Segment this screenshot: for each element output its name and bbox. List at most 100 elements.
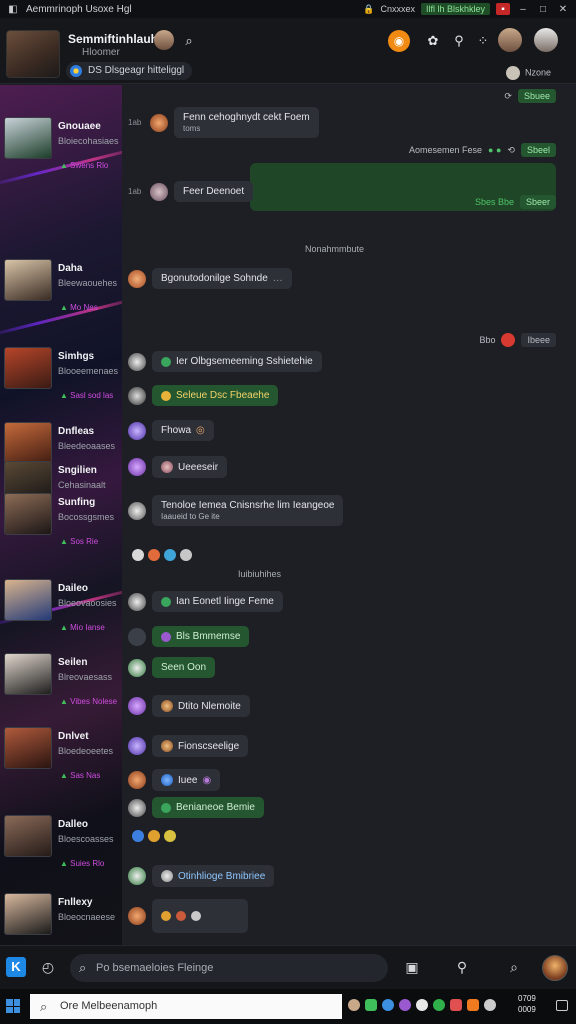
chat-panel[interactable]: ⟳ Sbuee 1ab Fenn cehoghnydt cekt Foem to… xyxy=(122,85,576,945)
message-row[interactable]: Fionscseelige xyxy=(128,735,249,757)
media-icon[interactable]: ▣ xyxy=(402,957,422,977)
message-bubble[interactable] xyxy=(152,899,248,933)
message-avatar[interactable] xyxy=(128,421,146,440)
message-bubble[interactable]: Iuee ◉ xyxy=(152,769,221,791)
message-bubble[interactable]: Dtito Nlemoite xyxy=(152,695,250,717)
contact-item[interactable]: Fnllexy Bloeocnaeese xyxy=(4,893,120,945)
search-icon[interactable]: ⌕ xyxy=(180,32,198,50)
message-row[interactable] xyxy=(128,899,248,933)
search-icon[interactable]: ⌕ xyxy=(504,957,524,977)
message-bubble[interactable]: Bls Bmmemse xyxy=(152,626,250,647)
message-badge[interactable]: Sbeel xyxy=(520,143,556,157)
start-button[interactable] xyxy=(6,999,20,1013)
message-row[interactable]: Ier Olbgsemeeming Sshietehie xyxy=(128,351,322,372)
message-avatar[interactable] xyxy=(128,867,146,885)
message-bubble[interactable]: Ian Eonetl Iinge Feme xyxy=(152,591,283,612)
message-avatar[interactable] xyxy=(128,269,146,288)
reaction-icon[interactable] xyxy=(180,549,192,561)
message-row[interactable]: 1ab Fenn cehoghnydt cekt Foem toms xyxy=(128,107,319,138)
message-row[interactable]: Ueeeseir xyxy=(128,456,228,478)
message-bubble[interactable]: Fenn cehoghnydt cekt Foem toms xyxy=(174,107,319,138)
status-item[interactable]: Cnxxxex xyxy=(380,4,415,14)
message-bubble[interactable]: Benianeoe Bemie xyxy=(152,797,264,818)
message-bubble[interactable]: Fhowa ◎ xyxy=(152,420,214,441)
message-search-input[interactable]: Po bsemaeloies Fleinge xyxy=(70,954,388,982)
header-avatar[interactable] xyxy=(6,30,60,78)
minimize-button[interactable]: – xyxy=(516,3,530,15)
header-right-label[interactable]: Nzone xyxy=(506,66,551,80)
contact-item[interactable]: Gnouaee Bloiecohasiaes ▲ Swens Rlo xyxy=(4,117,120,177)
message-avatar[interactable] xyxy=(128,658,146,677)
user-avatar[interactable] xyxy=(542,955,568,981)
message-row[interactable]: Benianeoe Bemie xyxy=(128,797,264,818)
taskbar-clock[interactable]: 0709 0009 xyxy=(518,993,536,1015)
message-row[interactable]: Ian Eonetl Iinge Feme xyxy=(128,591,283,612)
message-bubble[interactable]: Otinhlioge Bmibriee xyxy=(152,865,275,887)
message-row[interactable]: Otinhlioge Bmibriee xyxy=(128,865,275,887)
notification-icon[interactable] xyxy=(556,1000,568,1011)
message-bubble[interactable]: Tenoloe Iemea Cnisnsrhe lim Ieangeoe Iaa… xyxy=(152,495,344,526)
message-row[interactable]: Bgonutodonilge Sohnde … xyxy=(128,268,292,289)
message-row[interactable]: Dtito Nlemoite xyxy=(128,695,250,717)
message-avatar[interactable] xyxy=(128,458,146,476)
message-bubble[interactable]: Seleue Dsc Fbeaehe xyxy=(152,385,279,406)
flame-icon[interactable]: ◉ xyxy=(388,30,410,52)
contact-item[interactable]: Seilen Blreovaesass ▲ Vibes Nolese xyxy=(4,653,120,713)
message-row-right[interactable]: Aomesemen Fese ● ● ⟲ Sbeel xyxy=(409,143,556,157)
profile-avatar[interactable] xyxy=(498,28,522,52)
message-row[interactable]: Seleue Dsc Fbeaehe xyxy=(128,385,279,406)
pin-icon[interactable]: ⚲ xyxy=(452,957,472,977)
contact-item[interactable]: Simhgs Blooeemenaes ▲ Sasl sod las xyxy=(4,347,120,407)
message-avatar[interactable] xyxy=(128,697,146,715)
message-row[interactable]: Seen Oon xyxy=(128,657,216,678)
pin-icon[interactable]: ⚲ xyxy=(450,32,468,50)
message-avatar[interactable] xyxy=(128,592,146,611)
taskbar-app-icon[interactable] xyxy=(433,999,445,1011)
refresh-icon[interactable]: ⟳ xyxy=(504,91,512,102)
taskbar-app-icon[interactable] xyxy=(365,999,377,1011)
taskbar-app-icon[interactable] xyxy=(467,999,479,1011)
taskbar-app-icon[interactable] xyxy=(348,999,360,1011)
message-avatar[interactable] xyxy=(150,182,168,201)
message-row[interactable]: 1ab Feer Deenoet xyxy=(128,181,254,202)
message-bubble[interactable]: Seen Oon xyxy=(152,657,216,678)
message-avatar[interactable] xyxy=(128,907,146,925)
message-row[interactable]: Fhowa ◎ xyxy=(128,420,214,441)
more-icon[interactable]: ⁘ xyxy=(474,32,492,50)
message-bubble[interactable]: Bgonutodonilge Sohnde … xyxy=(152,268,292,289)
message-badge[interactable]: Ibeee xyxy=(521,333,556,347)
message-badge[interactable]: Sbeer xyxy=(519,195,556,209)
message-avatar[interactable] xyxy=(128,352,146,371)
clock-icon[interactable]: ◴ xyxy=(38,957,58,977)
profile-avatar-secondary[interactable] xyxy=(534,28,558,52)
contact-item[interactable]: Dalleo Bloescoasses ▲ Suies Rlo xyxy=(4,815,120,875)
taskbar-app-icon[interactable] xyxy=(399,999,411,1011)
close-button[interactable]: ✕ xyxy=(556,3,570,15)
message-row[interactable]: Bls Bmmemse xyxy=(128,626,250,647)
message-avatar[interactable] xyxy=(128,386,146,405)
contact-item[interactable]: Daileo Bloeovaoosies ▲ Mio Ianse xyxy=(4,579,120,639)
message-avatar[interactable] xyxy=(150,113,168,132)
message-bubble[interactable]: Feer Deenoet xyxy=(174,181,254,202)
taskbar-app-icon[interactable] xyxy=(416,999,428,1011)
taskbar-search-input[interactable]: Ore Melbeenamoph xyxy=(30,994,342,1019)
top-badge[interactable]: Sbuee xyxy=(517,89,556,103)
status-badge[interactable]: Ilfl lh Blskhkley xyxy=(420,3,490,15)
message-row-right[interactable]: Bbo Ibeee xyxy=(479,333,556,347)
reaction-icon[interactable] xyxy=(164,549,176,561)
reaction-row[interactable] xyxy=(132,830,176,842)
message-avatar[interactable] xyxy=(128,798,146,817)
message-row[interactable]: Tenoloe Iemea Cnisnsrhe lim Ieangeoe Iaa… xyxy=(128,495,344,526)
reaction-icon[interactable] xyxy=(148,830,160,842)
record-icon[interactable]: ▪ xyxy=(496,3,510,15)
reaction-row[interactable] xyxy=(132,549,192,561)
gear-icon[interactable]: ✿ xyxy=(424,32,442,50)
message-avatar[interactable] xyxy=(128,771,146,789)
app-logo-icon[interactable]: K xyxy=(6,957,26,977)
contact-sidebar[interactable]: Gnouaee Bloiecohasiaes ▲ Swens Rlo Daha … xyxy=(0,85,122,945)
message-bubble[interactable]: Ier Olbgsemeeming Sshietehie xyxy=(152,351,322,372)
message-row-right[interactable]: Sbes Bbe Sbeer xyxy=(475,195,556,209)
taskbar-app-icon[interactable] xyxy=(450,999,462,1011)
message-bubble[interactable]: Fionscseelige xyxy=(152,735,249,757)
message-avatar[interactable] xyxy=(128,501,146,520)
